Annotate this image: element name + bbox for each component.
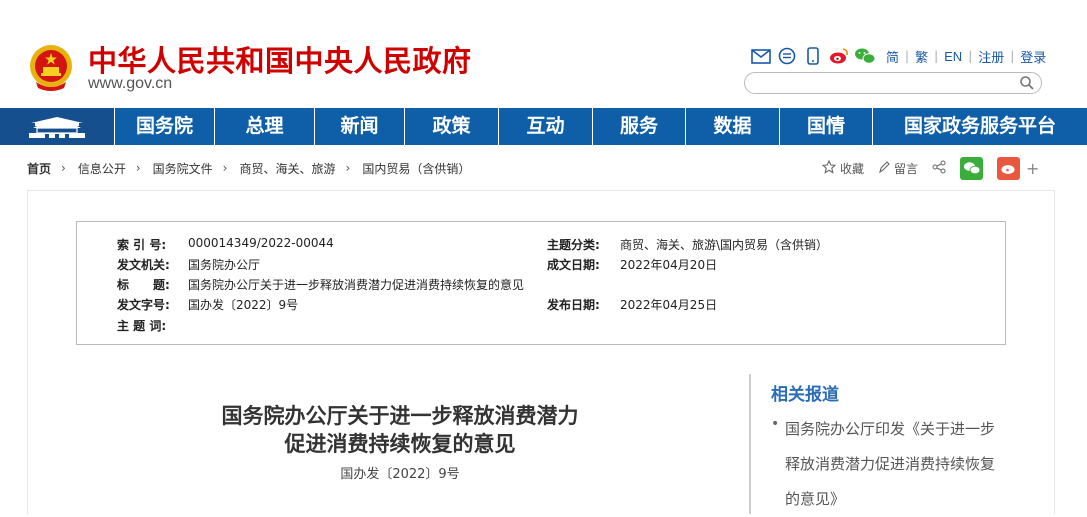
tiananmen-icon[interactable] [0,108,114,145]
chevron-right-icon: › [222,161,228,175]
nav-item-state-council[interactable]: 国务院 [114,108,215,145]
weibo-icon[interactable] [828,46,850,66]
chevron-right-icon: › [61,161,66,175]
link-login[interactable]: 登录 [1014,47,1052,66]
search-box [744,72,1042,94]
meta-label-published-date: 发布日期: [547,298,600,312]
document-title-line2: 促进消费持续恢复的意见 [284,431,516,456]
meta-value-issuer: 国务院办公厅 [188,258,261,272]
related-heading: 相关报道 [771,385,839,405]
site-url: www.gov.cn [88,75,173,92]
top-links: 简 | 繁 | EN | 注册 | 登录 [750,44,1052,68]
nav-item-data[interactable]: 数据 [686,108,780,145]
meta-value-title: 国务院办公厅关于进一步释放消费潜力促进消费持续恢复的意见 [188,278,525,292]
meta-label-written-date: 成文日期: [547,258,600,272]
document-metadata-table: 索 引 号: 000014349/2022-00044 主题分类: 商贸、海关、… [76,221,1006,345]
nav-item-premier[interactable]: 总理 [215,108,315,145]
comment-button[interactable]: 留言 [894,160,918,177]
breadcrumb-state-council-docs[interactable]: 国务院文件 [153,160,213,177]
weibo-share-icon[interactable] [997,156,1021,180]
search-icon[interactable] [1019,75,1035,95]
favorite-button[interactable]: 收藏 [840,160,864,177]
nav-item-policy[interactable]: 政策 [405,108,499,145]
bullet-icon: • [771,416,780,432]
nav-item-news[interactable]: 新闻 [315,108,405,145]
meta-value-published-date: 2022年04月25日 [620,298,718,312]
nav-item-services[interactable]: 服务 [593,108,686,145]
page-tools: 收藏 留言 + [821,156,1039,180]
document-title: 国务院办公厅关于进一步释放消费潜力 促进消费持续恢复的意见 [160,402,640,458]
breadcrumb-home[interactable]: 首页 [27,160,51,177]
main-nav: 国务院 总理 新闻 政策 互动 服务 数据 国情 国家政务服务平台 [0,108,1087,145]
link-traditional[interactable]: 繁 [909,47,934,66]
nav-item-gov-services-platform[interactable]: 国家政务服务平台 [873,108,1087,145]
meta-value-written-date: 2022年04月20日 [620,258,718,272]
meta-label-index: 索 引 号: [117,238,167,252]
meta-value-doc-number: 国办发〔2022〕9号 [188,298,299,312]
link-register[interactable]: 注册 [972,47,1010,66]
meta-label-issuer: 发文机关: [117,258,170,272]
more-share-icon[interactable]: + [1026,159,1039,178]
meta-value-topic: 商贸、海关、旅游\国内贸易（含供销） [620,238,829,252]
breadcrumb: 首页 › 信息公开 › 国务院文件 › 商贸、海关、旅游 › 国内贸易（含供销） [27,158,480,178]
pencil-icon[interactable] [878,160,890,177]
meta-label-keywords: 主 题 词: [117,319,167,333]
mail-icon[interactable] [750,46,772,66]
link-simplified[interactable]: 简 [880,47,905,66]
meta-label-doc-number: 发文字号: [117,298,170,312]
nav-item-national-info[interactable]: 国情 [780,108,873,145]
breadcrumb-info-disclosure[interactable]: 信息公开 [78,160,126,177]
breadcrumb-commerce[interactable]: 商贸、海关、旅游 [239,160,335,177]
star-icon[interactable] [821,159,837,177]
wechat-icon[interactable] [854,46,876,66]
related-link[interactable]: 国务院办公厅印发《关于进一步释放消费潜力促进消费持续恢复的意见》 [785,412,1001,517]
meta-value-index: 000014349/2022-00044 [188,236,334,250]
meta-label-title: 标 题: [117,278,170,292]
breadcrumb-domestic-trade[interactable]: 国内贸易（含供销） [362,160,470,177]
mobile-icon[interactable] [802,46,824,66]
share-icon[interactable] [932,160,946,177]
nav-item-interaction[interactable]: 互动 [499,108,593,145]
meta-label-topic: 主题分类: [547,238,600,252]
site-title[interactable]: 中华人民共和国中央人民政府 [88,38,472,80]
link-english[interactable]: EN [938,49,968,64]
document-title-line1: 国务院办公厅关于进一步释放消费潜力 [221,403,579,428]
site-header: 中华人民共和国中央人民政府 www.gov.cn 简 | 繁 | EN | 注册… [0,0,1087,108]
chevron-right-icon: › [135,161,141,175]
national-emblem-icon[interactable] [28,42,74,92]
chevron-right-icon: › [345,161,351,175]
search-input[interactable] [755,74,1019,94]
related-reports: 相关报道 • 国务院办公厅印发《关于进一步释放消费潜力促进消费持续恢复的意见》 [749,374,1031,514]
chat-icon[interactable] [776,46,798,66]
wechat-share-icon[interactable] [960,156,984,180]
document-number: 国办发〔2022〕9号 [340,467,460,482]
